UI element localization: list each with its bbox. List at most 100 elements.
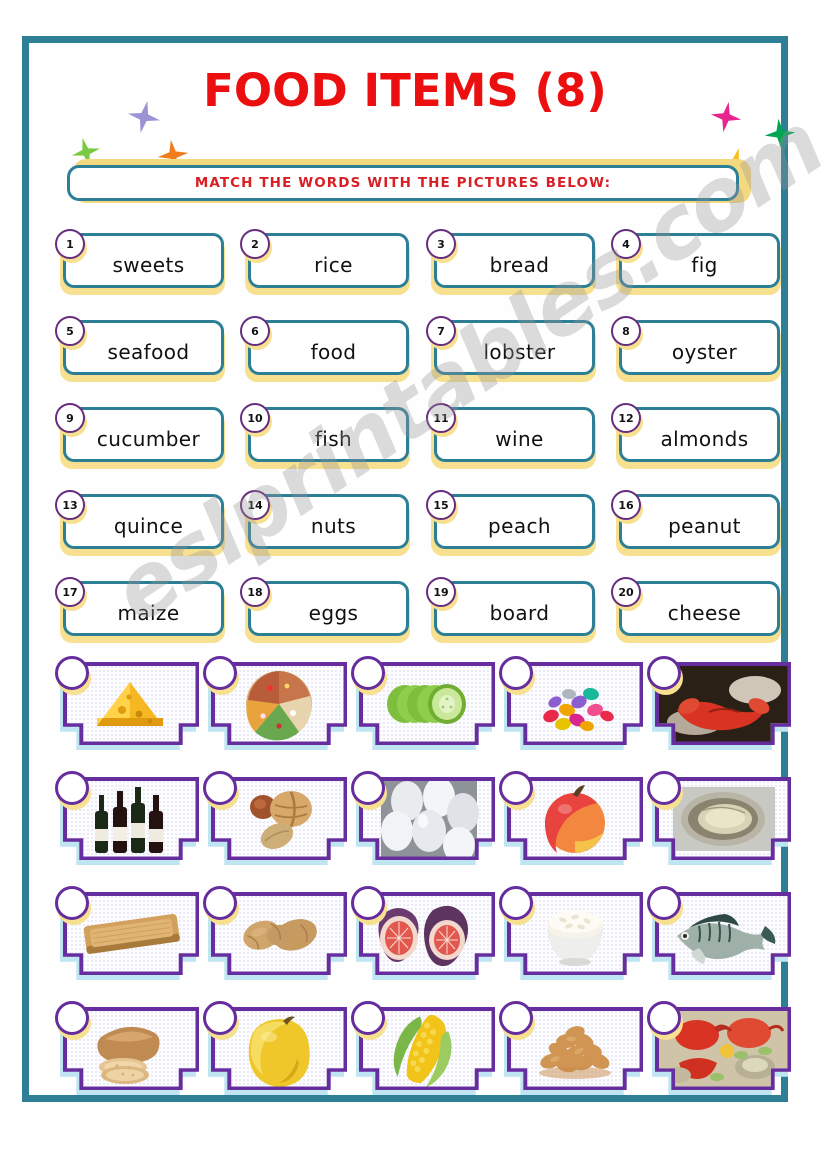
word-label: oyster [671, 339, 738, 364]
word-card-box[interactable]: cucumber [63, 407, 224, 462]
word-card-box[interactable]: fish [248, 407, 409, 462]
number-badge: 4 [611, 229, 641, 259]
picture-card-9[interactable] [499, 771, 643, 879]
word-card-13[interactable]: quince 13 [55, 490, 225, 558]
word-card-1[interactable]: sweets 1 [55, 229, 225, 297]
answer-circle[interactable] [499, 1001, 533, 1035]
number-badge-text: 13 [62, 498, 78, 512]
word-card-box[interactable]: rice [248, 233, 409, 288]
picture-card-6[interactable] [55, 771, 199, 879]
answer-circle[interactable] [647, 656, 681, 690]
word-label: quince [113, 513, 184, 538]
answer-circle[interactable] [55, 656, 89, 690]
word-card-box[interactable]: maize [63, 581, 224, 636]
word-card-16[interactable]: peanut 16 [611, 490, 781, 558]
word-card-18[interactable]: eggs 18 [240, 577, 410, 645]
word-card-box[interactable]: eggs [248, 581, 409, 636]
word-grid: sweets 1 rice 2 bread 3 fig 4 seafood 5 food 6 lobst… [55, 221, 781, 656]
picture-card-8[interactable] [351, 771, 495, 879]
word-card-11[interactable]: wine 11 [426, 403, 596, 471]
word-card-box[interactable]: bread [434, 233, 595, 288]
picture-card-17[interactable] [203, 1001, 347, 1109]
word-card-17[interactable]: maize 17 [55, 577, 225, 645]
word-card-box[interactable]: peach [434, 494, 595, 549]
word-card-box[interactable]: quince [63, 494, 224, 549]
picture-card-2[interactable] [203, 656, 347, 764]
picture-card-10[interactable] [647, 771, 791, 879]
word-card-box[interactable]: lobster [434, 320, 595, 375]
word-card-8[interactable]: oyster 8 [611, 316, 781, 384]
word-card-6[interactable]: food 6 [240, 316, 410, 384]
answer-circle[interactable] [351, 656, 385, 690]
word-card-9[interactable]: cucumber 9 [55, 403, 225, 471]
number-badge: 10 [240, 403, 270, 433]
number-badge-text: 6 [251, 324, 259, 338]
word-card-box[interactable]: oyster [619, 320, 780, 375]
instruction-banner: MATCH THE WORDS WITH THE PICTURES BELOW: [67, 159, 751, 205]
picture-card-15[interactable] [647, 886, 791, 994]
word-card-box[interactable]: almonds [619, 407, 780, 462]
word-card-3[interactable]: bread 3 [426, 229, 596, 297]
word-card-2[interactable]: rice 2 [240, 229, 410, 297]
instruction-text: MATCH THE WORDS WITH THE PICTURES BELOW: [194, 175, 612, 191]
answer-circle[interactable] [499, 886, 533, 920]
word-label: fig [691, 252, 718, 277]
answer-circle[interactable] [351, 1001, 385, 1035]
word-card-box[interactable]: wine [434, 407, 595, 462]
page-title: FOOD ITEMS (8) [203, 64, 607, 117]
picture-card-11[interactable] [55, 886, 199, 994]
picture-card-16[interactable] [55, 1001, 199, 1109]
word-card-box[interactable]: fig [619, 233, 780, 288]
word-card-box[interactable]: sweets [63, 233, 224, 288]
picture-card-7[interactable] [203, 771, 347, 879]
number-badge-text: 17 [62, 585, 78, 599]
picture-card-3[interactable] [351, 656, 495, 764]
answer-circle[interactable] [203, 1001, 237, 1035]
word-card-4[interactable]: fig 4 [611, 229, 781, 297]
word-card-19[interactable]: board 19 [426, 577, 596, 645]
answer-circle[interactable] [647, 1001, 681, 1035]
picture-card-14[interactable] [499, 886, 643, 994]
answer-circle[interactable] [55, 771, 89, 805]
answer-circle[interactable] [499, 771, 533, 805]
picture-card-4[interactable] [499, 656, 643, 764]
picture-card-13[interactable] [351, 886, 495, 994]
answer-circle[interactable] [55, 886, 89, 920]
word-card-7[interactable]: lobster 7 [426, 316, 596, 384]
answer-circle[interactable] [203, 656, 237, 690]
word-card-box[interactable]: seafood [63, 320, 224, 375]
answer-circle[interactable] [203, 886, 237, 920]
worksheet-frame: FOOD ITEMS (8) MATCH THE WORDS WITH THE … [22, 36, 796, 1102]
word-card-box[interactable]: board [434, 581, 595, 636]
word-label: rice [314, 252, 353, 277]
answer-circle[interactable] [647, 771, 681, 805]
word-card-box[interactable]: nuts [248, 494, 409, 549]
number-badge: 7 [426, 316, 456, 346]
word-label: nuts [310, 513, 357, 538]
picture-card-18[interactable] [351, 1001, 495, 1109]
answer-circle[interactable] [351, 886, 385, 920]
answer-circle[interactable] [351, 771, 385, 805]
word-card-20[interactable]: cheese 20 [611, 577, 781, 645]
answer-circle[interactable] [55, 1001, 89, 1035]
word-card-14[interactable]: nuts 14 [240, 490, 410, 558]
word-card-12[interactable]: almonds 12 [611, 403, 781, 471]
word-card-box[interactable]: peanut [619, 494, 780, 549]
word-card-5[interactable]: seafood 5 [55, 316, 225, 384]
picture-card-5[interactable] [647, 656, 791, 764]
word-card-10[interactable]: fish 10 [240, 403, 410, 471]
number-badge: 19 [426, 577, 456, 607]
picture-card-12[interactable] [203, 886, 347, 994]
number-badge: 15 [426, 490, 456, 520]
answer-circle[interactable] [647, 886, 681, 920]
number-badge: 16 [611, 490, 641, 520]
answer-circle[interactable] [499, 656, 533, 690]
picture-card-20[interactable] [647, 1001, 791, 1109]
picture-card-19[interactable] [499, 1001, 643, 1109]
word-card-box[interactable]: food [248, 320, 409, 375]
word-card-15[interactable]: peach 15 [426, 490, 596, 558]
answer-circle[interactable] [203, 771, 237, 805]
word-card-box[interactable]: cheese [619, 581, 780, 636]
word-row: cucumber 9 fish 10 wine 11 almonds 12 [55, 395, 781, 482]
picture-card-1[interactable] [55, 656, 199, 764]
